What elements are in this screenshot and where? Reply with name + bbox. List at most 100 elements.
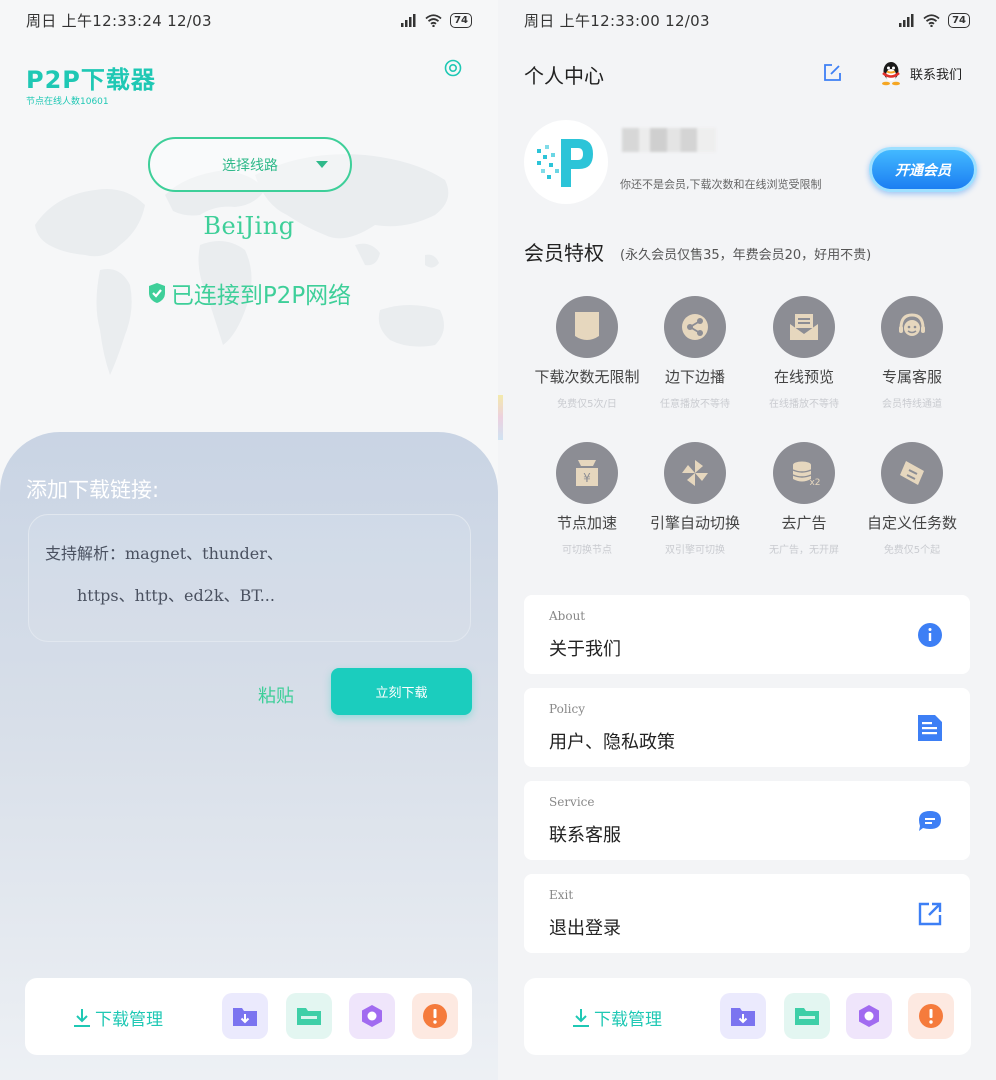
download-manager-button[interactable]: 下载管理 bbox=[572, 1005, 662, 1030]
connection-status: 已连接到P2P网络 bbox=[0, 276, 498, 310]
svg-text:x2: x2 bbox=[809, 478, 820, 488]
shield-check-icon bbox=[148, 283, 165, 303]
download-manager-button[interactable]: 下载管理 bbox=[73, 1005, 163, 1030]
feature-label: 节点加速 bbox=[556, 514, 617, 532]
home-screen: 周日 上午12:33:24 12/03 74 P2P下载器 节点在线人数1060… bbox=[0, 0, 498, 1080]
contact-us-button[interactable]: 联系我们 bbox=[880, 60, 962, 86]
download-manager-label: 下载管理 bbox=[95, 1010, 163, 1030]
feature-label: 下载次数无限制 bbox=[534, 368, 640, 386]
app-logo-icon bbox=[537, 139, 593, 187]
download-folder-button[interactable] bbox=[720, 993, 766, 1039]
contact-us-label: 联系我们 bbox=[910, 67, 963, 83]
privileges-title: 会员特权 bbox=[524, 241, 604, 265]
paste-button[interactable]: 粘贴 bbox=[258, 682, 294, 708]
alert-icon bbox=[919, 1004, 943, 1028]
feature-label: 在线预览 bbox=[773, 368, 834, 386]
battery-icon: 74 bbox=[450, 12, 472, 28]
alert-button[interactable] bbox=[412, 993, 458, 1039]
coins-icon: x2 bbox=[773, 442, 835, 504]
avatar[interactable] bbox=[524, 120, 608, 204]
feature-sub: 可切换节点 bbox=[562, 545, 612, 556]
hexagon-button[interactable] bbox=[846, 993, 892, 1039]
username-blurred bbox=[622, 128, 716, 152]
feature-item[interactable]: 专属客服 会员特线通道 bbox=[856, 296, 968, 410]
external-link-icon bbox=[916, 900, 944, 928]
hexagon-icon bbox=[859, 1005, 879, 1027]
open-vip-button[interactable]: 开通会员 bbox=[869, 147, 977, 192]
status-bar: 周日 上午12:33:24 12/03 74 bbox=[0, 0, 498, 40]
svg-text:¥: ¥ bbox=[583, 471, 591, 485]
feature-sub: 双引擎可切换 bbox=[665, 545, 725, 556]
card-en-label: About bbox=[549, 609, 586, 623]
download-link-input[interactable]: 支持解析：magnet、thunder、 https、http、ed2k、BT.… bbox=[28, 514, 471, 642]
feature-sub: 免费仅5次/日 bbox=[557, 399, 617, 410]
battery-icon: 74 bbox=[948, 12, 970, 28]
alert-icon bbox=[423, 1004, 447, 1028]
card-cn-label: 联系客服 bbox=[549, 825, 621, 846]
route-select-dropdown[interactable]: 选择线路 bbox=[148, 137, 352, 192]
document-icon bbox=[916, 714, 944, 742]
feature-sub: 免费仅5个起 bbox=[883, 545, 941, 556]
edit-icon[interactable] bbox=[822, 63, 842, 83]
app-title: P2P下载器 bbox=[26, 66, 156, 94]
wifi-icon bbox=[923, 13, 940, 27]
hexagon-button[interactable] bbox=[349, 993, 395, 1039]
feature-label: 引擎自动切换 bbox=[649, 514, 740, 532]
membership-notice: 你还不是会员,下载次数和在线浏览受限制 bbox=[620, 178, 822, 191]
feature-item[interactable]: ¥ 节点加速 可切换节点 bbox=[531, 442, 643, 556]
document-icon bbox=[556, 296, 618, 358]
connection-text: 已连接到P2P网络 bbox=[170, 283, 352, 309]
feature-sub: 在线播放不等待 bbox=[769, 399, 839, 410]
download-icon bbox=[573, 1008, 589, 1027]
card-cn-label: 用户、隐私政策 bbox=[549, 732, 675, 753]
signal-icon bbox=[401, 13, 416, 27]
hexagon-icon bbox=[362, 1005, 382, 1027]
info-icon bbox=[916, 621, 944, 649]
privileges-note: (永久会员仅售35，年费会员20，好用不贵) bbox=[620, 248, 872, 263]
chevron-down-icon bbox=[316, 161, 328, 168]
feature-item[interactable]: 边下边播 任意播放不等待 bbox=[639, 296, 751, 410]
feature-label: 专属客服 bbox=[881, 368, 942, 386]
headset-icon bbox=[881, 296, 943, 358]
online-count: 节点在线人数10601 bbox=[26, 97, 109, 107]
feature-sub: 任意播放不等待 bbox=[660, 399, 730, 410]
card-en-label: Policy bbox=[549, 702, 585, 716]
folder-icon bbox=[297, 1008, 321, 1025]
feature-sub: 无广告，无开屏 bbox=[769, 545, 839, 556]
card-en-label: Exit bbox=[549, 888, 574, 902]
feature-item[interactable]: 在线预览 在线播放不等待 bbox=[748, 296, 860, 410]
coin-bag-icon: ¥ bbox=[556, 442, 618, 504]
folder-icon bbox=[795, 1008, 819, 1025]
card-en-label: Service bbox=[549, 795, 595, 809]
feature-label: 去广告 bbox=[781, 514, 827, 532]
alert-button[interactable] bbox=[908, 993, 954, 1039]
policy-card[interactable]: Policy 用户、隐私政策 bbox=[524, 688, 970, 767]
exit-card[interactable]: Exit 退出登录 bbox=[524, 874, 970, 953]
service-card[interactable]: Service 联系客服 bbox=[524, 781, 970, 860]
share-icon bbox=[664, 296, 726, 358]
download-now-button[interactable]: 立刻下载 bbox=[331, 668, 472, 715]
status-time: 周日 上午12:33:24 12/03 bbox=[26, 11, 212, 30]
download-icon bbox=[74, 1008, 90, 1027]
route-select-label: 选择线路 bbox=[222, 157, 278, 174]
folder-button[interactable] bbox=[784, 993, 830, 1039]
folder-button[interactable] bbox=[286, 993, 332, 1039]
feature-item[interactable]: 引擎自动切换 双引擎可切换 bbox=[639, 442, 751, 556]
download-manager-label: 下载管理 bbox=[594, 1010, 662, 1030]
add-link-label: 添加下载链接: bbox=[26, 478, 160, 502]
feature-item[interactable]: x2 去广告 无广告，无开屏 bbox=[748, 442, 860, 556]
node-city: BeiJing bbox=[203, 212, 295, 240]
bottom-bar: 下载管理 bbox=[25, 978, 472, 1055]
card-cn-label: 关于我们 bbox=[549, 639, 621, 660]
status-time: 周日 上午12:33:00 12/03 bbox=[524, 11, 710, 30]
link-input-placeholder-line2: https、http、ed2k、BT... bbox=[77, 586, 275, 605]
chat-bubble-icon bbox=[916, 807, 944, 835]
card-cn-label: 退出登录 bbox=[549, 918, 621, 939]
feature-item[interactable]: 下载次数无限制 免费仅5次/日 bbox=[531, 296, 643, 410]
settings-icon[interactable] bbox=[443, 58, 463, 78]
ticket-icon bbox=[881, 442, 943, 504]
profile-screen: 周日 上午12:33:00 12/03 74 个人中心 联系我们 你还不是会员,… bbox=[498, 0, 996, 1080]
feature-item[interactable]: 自定义任务数 免费仅5个起 bbox=[856, 442, 968, 556]
download-folder-button[interactable] bbox=[222, 993, 268, 1039]
about-card[interactable]: About 关于我们 bbox=[524, 595, 970, 674]
